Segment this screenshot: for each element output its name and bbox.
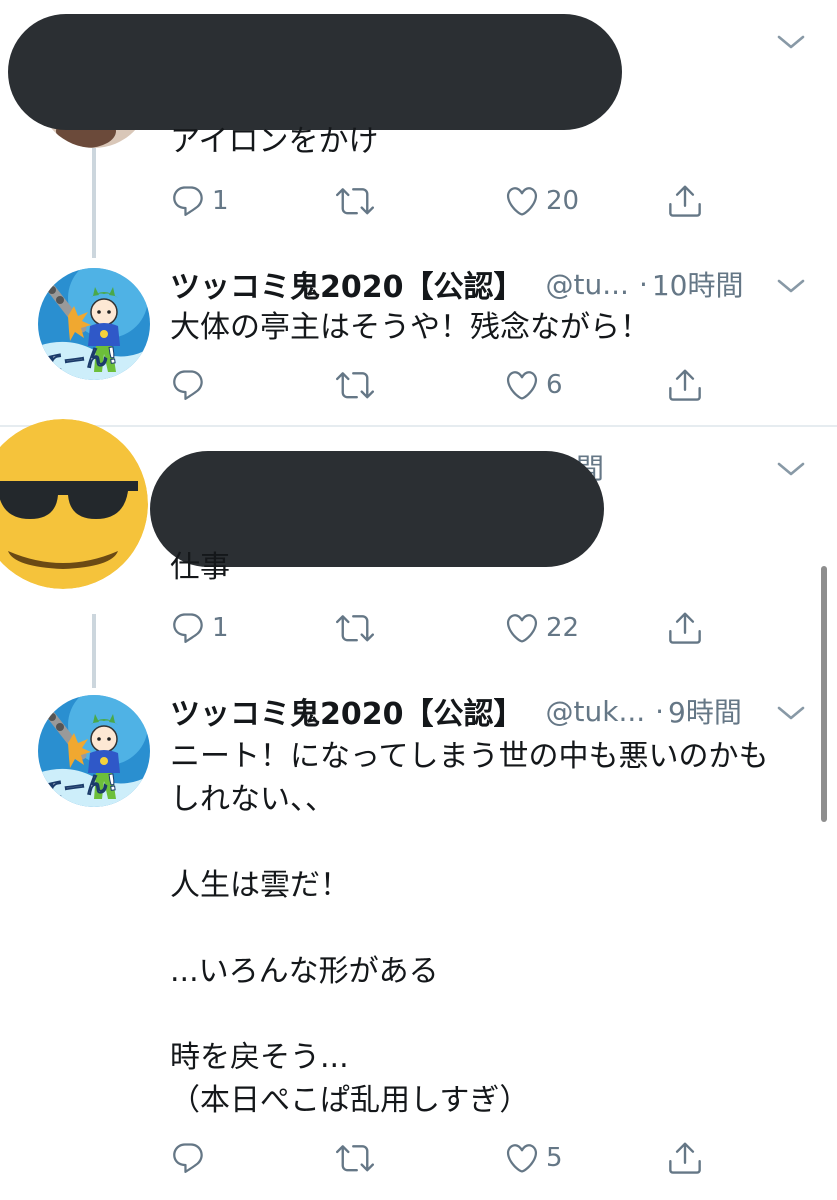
like-count: 5 — [546, 1143, 563, 1173]
like-count: 6 — [546, 370, 563, 400]
avatar[interactable] — [38, 695, 150, 807]
retweet-button[interactable] — [336, 1133, 374, 1183]
avatar-sunglasses-emoji[interactable] — [0, 419, 148, 589]
tweet-text: ニート！になってしまう世の中も悪いのかも しれない、、 人生は雲だ！ ...いろ… — [170, 739, 769, 1118]
reply-icon — [170, 367, 206, 403]
retweet-icon — [336, 609, 374, 647]
reply-icon — [170, 1140, 206, 1176]
reply-button[interactable] — [170, 1133, 206, 1183]
like-button[interactable]: 20 — [504, 176, 579, 226]
reply-icon — [170, 610, 206, 646]
like-icon — [504, 367, 540, 403]
tweet-2[interactable]: ツッコミ鬼2020【公認】 @tu... · 10時間 大体の亭主はそうや！残念… — [0, 250, 837, 426]
tweet-1[interactable]: アイロンをかけ 1 20 — [0, 0, 837, 250]
reply-button[interactable] — [170, 360, 206, 410]
tweet-actions: 1 22 — [170, 603, 730, 653]
like-icon — [504, 1140, 540, 1176]
user-handle[interactable]: @tuk... — [546, 695, 646, 728]
share-button[interactable] — [666, 176, 704, 226]
like-button[interactable]: 22 — [504, 603, 579, 653]
share-icon — [666, 366, 704, 404]
share-icon — [666, 609, 704, 647]
tweet-text: 大体の亭主はそうや！残念ながら！ — [170, 310, 650, 345]
scrollbar[interactable] — [821, 566, 827, 822]
retweet-icon — [336, 366, 374, 404]
tweet-time[interactable]: 9時間 — [668, 691, 742, 731]
share-button[interactable] — [666, 603, 704, 653]
retweet-button[interactable] — [336, 176, 374, 226]
share-button[interactable] — [666, 360, 704, 410]
user-handle[interactable]: @tu... — [546, 268, 629, 301]
share-icon — [666, 1139, 704, 1177]
reply-button[interactable]: 1 — [170, 176, 229, 226]
tweet-actions: 6 — [170, 360, 730, 410]
chevron-down-icon[interactable] — [776, 276, 806, 296]
chevron-down-icon[interactable] — [776, 703, 806, 723]
redaction-block — [8, 14, 622, 130]
retweet-button[interactable] — [336, 360, 374, 410]
chevron-down-icon[interactable] — [776, 32, 806, 52]
retweet-icon — [336, 1139, 374, 1177]
tweet-actions: 5 — [170, 1133, 730, 1183]
separator-dot: · — [638, 267, 648, 301]
reply-count: 1 — [212, 186, 229, 216]
display-name[interactable]: ツッコミ鬼2020【公認】 — [170, 689, 524, 733]
tweet-text: 仕事 — [170, 550, 230, 585]
like-count: 20 — [546, 186, 580, 216]
avatar[interactable] — [38, 268, 150, 380]
like-count: 22 — [546, 613, 580, 643]
tweet-time[interactable]: 10時間 — [652, 264, 744, 304]
reply-button[interactable]: 1 — [170, 603, 229, 653]
tweet-3[interactable]: 間 仕事 1 22 — [0, 419, 837, 677]
tweet-actions: 1 20 — [170, 176, 730, 226]
separator-dot: · — [655, 694, 665, 728]
retweet-button[interactable] — [336, 603, 374, 653]
chevron-down-icon[interactable] — [776, 459, 806, 479]
tweet-header: ツッコミ鬼2020【公認】 @tu... · 10時間 — [170, 262, 743, 306]
reply-icon — [170, 183, 206, 219]
share-icon — [666, 182, 704, 220]
thread-line — [92, 148, 96, 258]
tweet-4[interactable]: ツッコミ鬼2020【公認】 @tuk... · 9時間 ニート！になってしまう世… — [0, 677, 837, 1200]
reply-count: 1 — [212, 613, 229, 643]
like-button[interactable]: 6 — [504, 360, 563, 410]
like-button[interactable]: 5 — [504, 1133, 563, 1183]
share-button[interactable] — [666, 1133, 704, 1183]
like-icon — [504, 610, 540, 646]
tweet-header: ツッコミ鬼2020【公認】 @tuk... · 9時間 — [170, 689, 742, 733]
like-icon — [504, 183, 540, 219]
display-name[interactable]: ツッコミ鬼2020【公認】 — [170, 262, 524, 306]
retweet-icon — [336, 182, 374, 220]
tweet-text: アイロンをかけ — [170, 124, 379, 159]
